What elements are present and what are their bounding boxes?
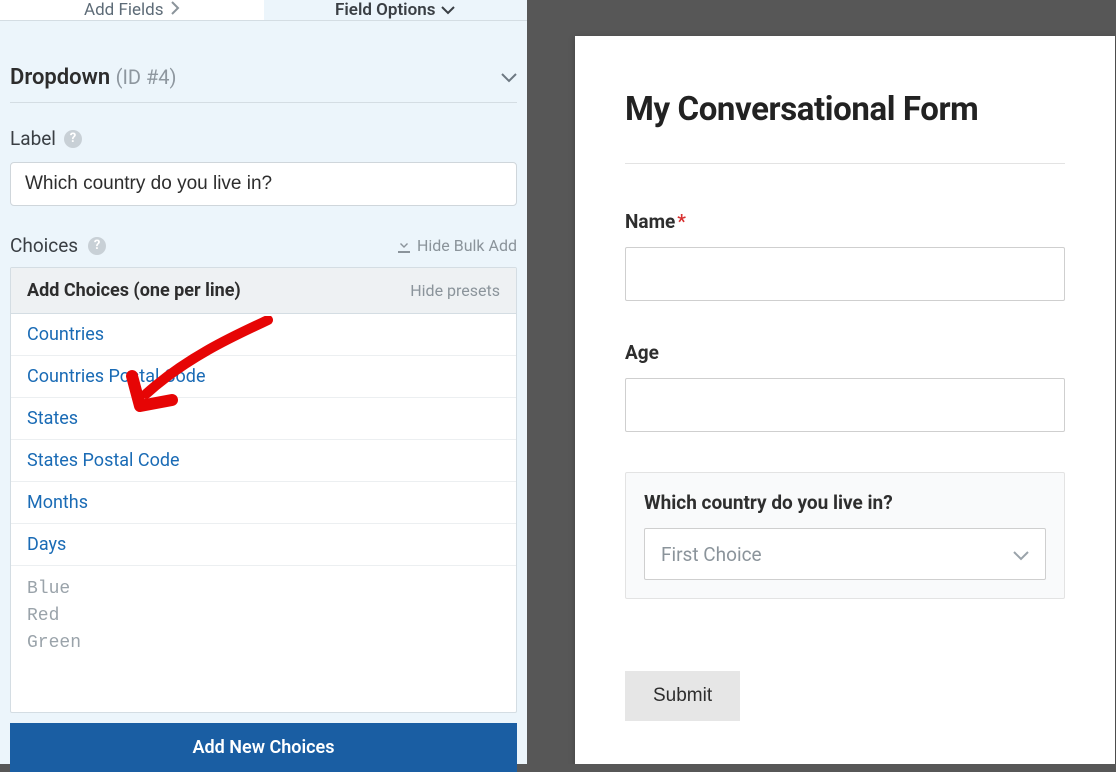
chevron-down-icon <box>501 68 517 87</box>
preset-countries-postal[interactable]: Countries Postal Code <box>11 356 516 398</box>
choices-box: Add Choices (one per line) Hide presets … <box>10 267 517 713</box>
preview-area: My Conversational Form Name* Age Which c… <box>527 0 1116 764</box>
choices-title: Choices <box>10 234 78 257</box>
preset-list: Countries Countries Postal Code States S… <box>11 314 516 566</box>
preset-states-postal[interactable]: States Postal Code <box>11 440 516 482</box>
choices-header-row: Choices ? Hide Bulk Add <box>10 234 517 257</box>
download-icon <box>397 239 411 253</box>
tab-label: Add Fields <box>84 0 164 20</box>
help-icon[interactable]: ? <box>88 237 106 255</box>
field-options-panel: Add Fields Field Options Dropdown (ID #4… <box>0 0 527 764</box>
tab-add-fields[interactable]: Add Fields <box>0 0 264 20</box>
label-field-row: Label ? <box>10 127 517 206</box>
field-country: Which country do you live in? First Choi… <box>625 472 1065 599</box>
field-name: Name* <box>625 210 1065 301</box>
help-icon[interactable]: ? <box>64 130 82 148</box>
required-mark: * <box>677 210 686 233</box>
label-title: Label <box>10 127 56 150</box>
country-label: Which country do you live in? <box>644 491 1046 514</box>
add-new-choices-button[interactable]: Add New Choices <box>10 723 517 772</box>
tab-field-options[interactable]: Field Options <box>264 0 528 20</box>
chevron-down-icon <box>441 0 455 20</box>
hide-presets-link[interactable]: Hide presets <box>410 281 500 300</box>
hide-bulk-label: Hide Bulk Add <box>417 236 517 255</box>
preset-states[interactable]: States <box>11 398 516 440</box>
age-label: Age <box>625 341 1065 364</box>
preset-countries[interactable]: Countries <box>11 314 516 356</box>
chevron-right-icon <box>170 0 180 20</box>
form-preview: My Conversational Form Name* Age Which c… <box>575 36 1115 764</box>
choices-title-row: Choices ? <box>10 234 106 257</box>
preset-months[interactable]: Months <box>11 482 516 524</box>
field-type-name: Dropdown <box>10 65 110 90</box>
age-input[interactable] <box>625 378 1065 432</box>
select-placeholder: First Choice <box>661 543 762 566</box>
chevron-down-icon <box>1013 543 1029 566</box>
name-label-text: Name <box>625 210 675 233</box>
label-input[interactable] <box>10 162 517 206</box>
section-title: Dropdown (ID #4) <box>10 65 177 90</box>
name-input[interactable] <box>625 247 1065 301</box>
form-title: My Conversational Form <box>625 90 1065 129</box>
preset-days[interactable]: Days <box>11 524 516 566</box>
tab-label: Field Options <box>335 0 435 20</box>
choices-textarea[interactable] <box>11 566 516 708</box>
name-label: Name* <box>625 210 1065 233</box>
choices-box-header: Add Choices (one per line) Hide presets <box>11 268 516 314</box>
field-id: (ID #4) <box>116 65 177 89</box>
panel-tabs: Add Fields Field Options <box>0 0 527 21</box>
label-title-row: Label ? <box>10 127 517 150</box>
divider <box>625 163 1065 164</box>
submit-button[interactable]: Submit <box>625 671 740 721</box>
field-section-header[interactable]: Dropdown (ID #4) <box>10 21 517 103</box>
panel-body: Dropdown (ID #4) Label ? Choices ? <box>0 21 527 772</box>
field-age: Age <box>625 341 1065 432</box>
choices-box-title: Add Choices (one per line) <box>27 280 241 301</box>
hide-bulk-add-link[interactable]: Hide Bulk Add <box>397 236 517 255</box>
country-select[interactable]: First Choice <box>644 528 1046 580</box>
